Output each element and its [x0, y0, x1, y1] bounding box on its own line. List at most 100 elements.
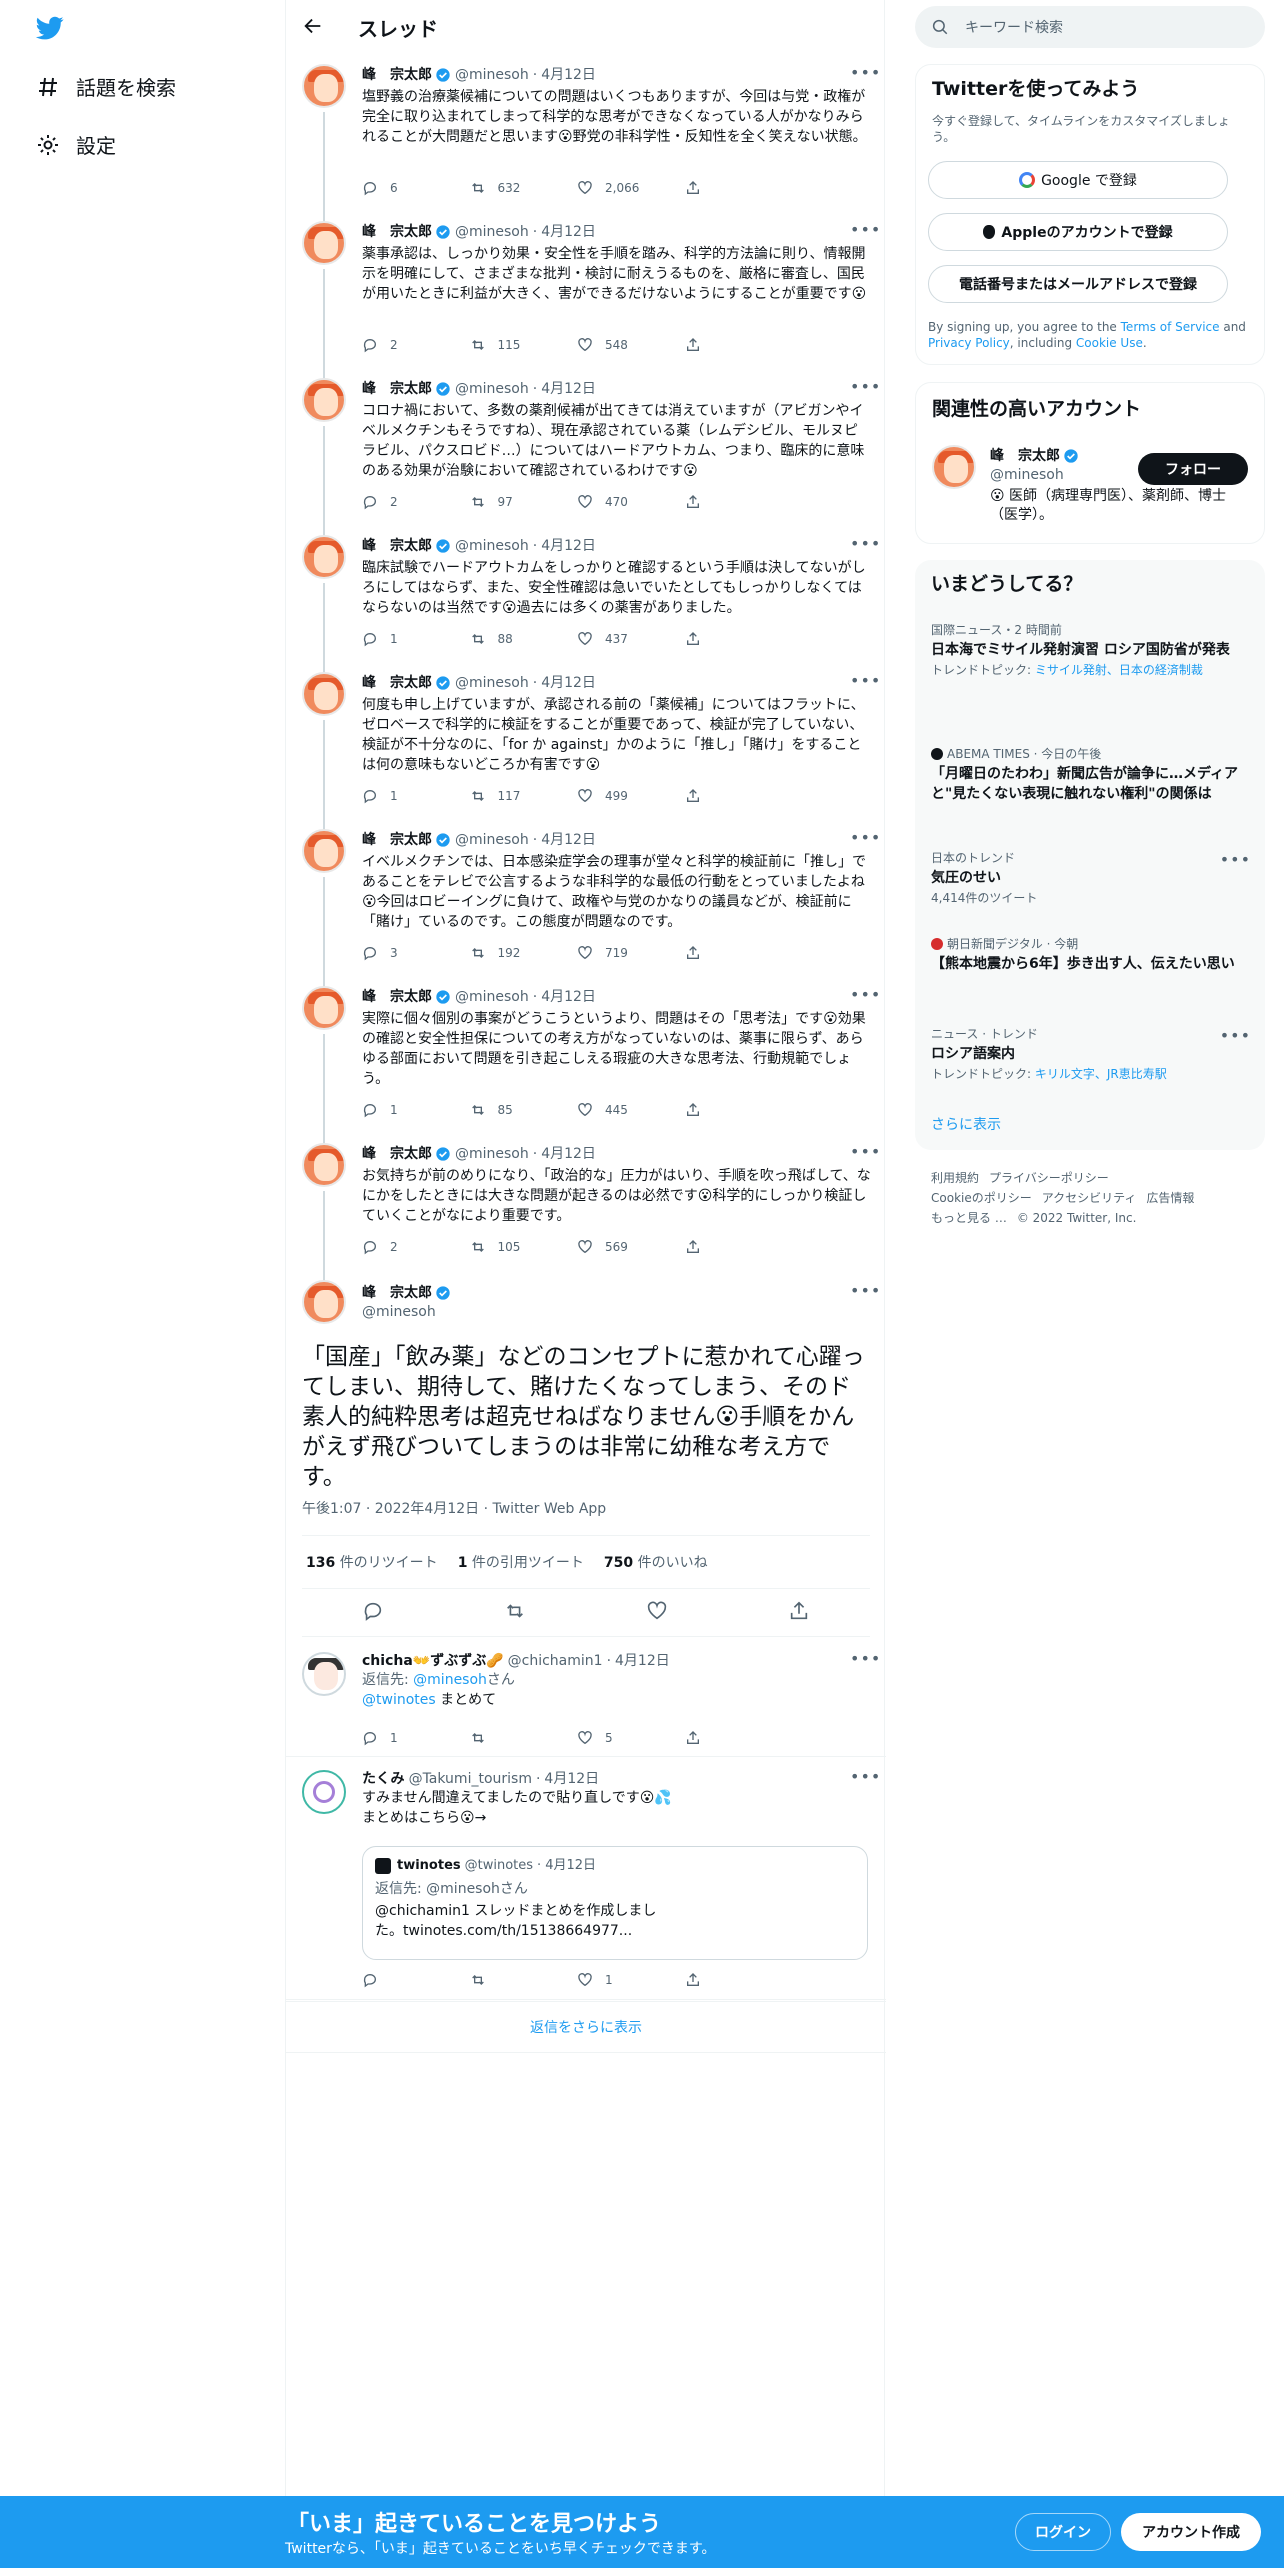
like-button[interactable]: 548 [577, 335, 685, 355]
author-handle[interactable]: @Takumi_tourism [409, 1770, 532, 1788]
share-button[interactable] [685, 629, 793, 649]
login-button[interactable]: ログイン [1015, 2513, 1111, 2551]
retweet-button[interactable]: 85 [470, 1100, 578, 1120]
author-handle[interactable]: @minesoh [455, 380, 529, 398]
reply-button[interactable]: 2 [362, 335, 470, 355]
share-button[interactable] [685, 786, 793, 806]
retweet-button[interactable]: 117 [470, 786, 578, 806]
author-handle[interactable]: @minesoh [362, 1302, 872, 1322]
author-name[interactable]: 峰 宗太郎 [362, 988, 432, 1006]
like-button[interactable]: 437 [577, 629, 685, 649]
reply-button[interactable]: 1 [362, 1728, 470, 1748]
reply-button[interactable]: 2 [362, 1237, 470, 1257]
reply-button[interactable]: 1 [362, 629, 470, 649]
cookie-link[interactable]: Cookie Use [1076, 336, 1143, 350]
retweet-button[interactable]: 88 [470, 629, 578, 649]
tweet-date[interactable]: 4月12日 [541, 223, 596, 241]
footer-accessibility[interactable]: アクセシビリティ [1042, 1191, 1137, 1205]
author-handle[interactable]: @minesoh [455, 831, 529, 849]
reply-button[interactable]: 6 [362, 178, 470, 198]
thread-tweet[interactable]: 峰 宗太郎 @minesoh · 4月12日 臨床試験でハードアウトカムをしっかりと確… [286, 533, 886, 674]
retweet-button[interactable]: 192 [470, 943, 578, 963]
like-button[interactable]: 499 [577, 786, 685, 806]
tweet-date[interactable]: 4月12日 [544, 1770, 599, 1788]
signup-button[interactable]: アカウント作成 [1121, 2513, 1261, 2551]
follow-button[interactable]: フォロー [1138, 453, 1248, 485]
tweet-timestamp[interactable]: 午後1:07 · 2022年4月12日 · Twitter Web App [302, 1498, 606, 1518]
author-name[interactable]: 峰 宗太郎 [362, 674, 432, 692]
like-icon[interactable] [646, 1600, 668, 1626]
tweet-date[interactable]: 4月12日 [541, 674, 596, 692]
like-button[interactable]: 1 [577, 1970, 685, 1990]
avatar[interactable] [302, 535, 346, 579]
tweet-date[interactable]: 4月12日 [541, 831, 596, 849]
google-signup-button[interactable]: Google で登録 [928, 161, 1228, 199]
reply-button[interactable]: 1 [362, 1100, 470, 1120]
terms-link[interactable]: Terms of Service [1121, 320, 1220, 334]
avatar[interactable] [932, 445, 976, 489]
trend-item[interactable]: 日本のトレンド 気圧のせい 4,414件のツイート ••• [931, 850, 1251, 906]
more-options-icon[interactable]: ••• [850, 673, 880, 692]
footer-more[interactable]: もっと見る … [931, 1211, 1007, 1225]
avatar[interactable] [302, 986, 346, 1030]
reply-button[interactable]: 3 [362, 943, 470, 963]
reply-button[interactable]: 1 [362, 786, 470, 806]
trend-item[interactable]: ニュース · トレンド ロシア語案内 トレンドトピック: キリル文字、JR恵比寿… [931, 1026, 1251, 1082]
share-button[interactable] [685, 943, 793, 963]
avatar[interactable] [302, 1770, 346, 1814]
more-options-icon[interactable]: ••• [850, 536, 880, 555]
author-handle[interactable]: @minesoh [455, 537, 529, 555]
share-button[interactable] [685, 1728, 793, 1748]
related-name[interactable]: 峰 宗太郎 [990, 447, 1060, 465]
author-name[interactable]: 峰 宗太郎 [362, 1145, 432, 1163]
share-button[interactable] [685, 178, 793, 198]
reply-button[interactable] [362, 1970, 470, 1990]
author-handle[interactable]: @chichamin1 [508, 1652, 603, 1670]
author-name[interactable]: 峰 宗太郎 [362, 831, 432, 849]
author-name[interactable]: たくみ [362, 1770, 405, 1788]
avatar[interactable] [302, 64, 346, 108]
more-options-icon[interactable]: ••• [1220, 850, 1251, 869]
tweet-date[interactable]: 4月12日 [541, 537, 596, 555]
author-name[interactable]: 峰 宗太郎 [362, 66, 432, 84]
author-handle[interactable]: @minesoh [455, 223, 529, 241]
avatar[interactable] [302, 1280, 346, 1324]
back-arrow-icon[interactable] [302, 15, 324, 37]
phone-email-signup-button[interactable]: 電話番号またはメールアドレスで登録 [928, 265, 1228, 303]
retweet-button[interactable] [470, 1970, 578, 1990]
tweet-date[interactable]: 4月12日 [615, 1652, 670, 1670]
show-more-trends-link[interactable]: さらに表示 [931, 1114, 1001, 1134]
thread-tweet[interactable]: 峰 宗太郎 @minesoh · 4月12日 お気持ちが前のめりになり、「政治的な」圧… [286, 1141, 886, 1282]
share-icon[interactable] [788, 1600, 810, 1626]
retweet-button[interactable]: 632 [470, 178, 578, 198]
author-name[interactable]: chicha👐ずぶずぶ🥜 [362, 1652, 504, 1670]
more-options-icon[interactable]: ••• [850, 379, 880, 398]
thread-tweet[interactable]: 峰 宗太郎 @minesoh · 4月12日 薬事承認は、しっかり効果・安全性を手順を… [286, 219, 886, 380]
reply-button[interactable]: 2 [362, 492, 470, 512]
more-options-icon[interactable]: ••• [850, 1651, 880, 1670]
more-options-icon[interactable]: ••• [1220, 1026, 1251, 1045]
author-name[interactable]: 峰 宗太郎 [362, 1284, 432, 1302]
thread-tweet[interactable]: 峰 宗太郎 @minesoh · 4月12日 実際に個々個別の事案がどうこうというより… [286, 984, 886, 1145]
trend-item[interactable]: 朝日新聞デジタル · 今朝 【熊本地震から6年】歩き出す人、伝えたい思い [931, 936, 1251, 974]
like-button[interactable]: 2,066 [577, 178, 685, 198]
more-options-icon[interactable]: ••• [850, 222, 880, 241]
trend-item[interactable]: ABEMA TIMES · 今日の午後 「月曜日のたわわ」新聞広告が論争に…メデ… [931, 746, 1251, 804]
footer-terms[interactable]: 利用規約 [931, 1171, 979, 1185]
avatar[interactable] [302, 221, 346, 265]
show-more-replies-button[interactable]: 返信をさらに表示 [286, 2001, 886, 2053]
footer-cookie[interactable]: Cookieのポリシー [931, 1191, 1032, 1205]
retweet-button[interactable]: 97 [470, 492, 578, 512]
avatar[interactable] [302, 378, 346, 422]
more-options-icon[interactable]: ••• [850, 987, 880, 1006]
more-options-icon[interactable]: ••• [850, 830, 880, 849]
twitter-logo-icon[interactable] [34, 14, 66, 42]
search-input[interactable]: キーワード検索 [915, 6, 1265, 48]
author-handle[interactable]: @minesoh [455, 988, 529, 1006]
like-count[interactable]: 750 件のいいね [604, 1552, 708, 1572]
retweet-button[interactable]: 105 [470, 1237, 578, 1257]
like-button[interactable]: 470 [577, 492, 685, 512]
apple-signup-button[interactable]: Appleのアカウントで登録 [928, 213, 1228, 251]
tweet-date[interactable]: 4月12日 [541, 380, 596, 398]
author-handle[interactable]: @minesoh [455, 1145, 529, 1163]
